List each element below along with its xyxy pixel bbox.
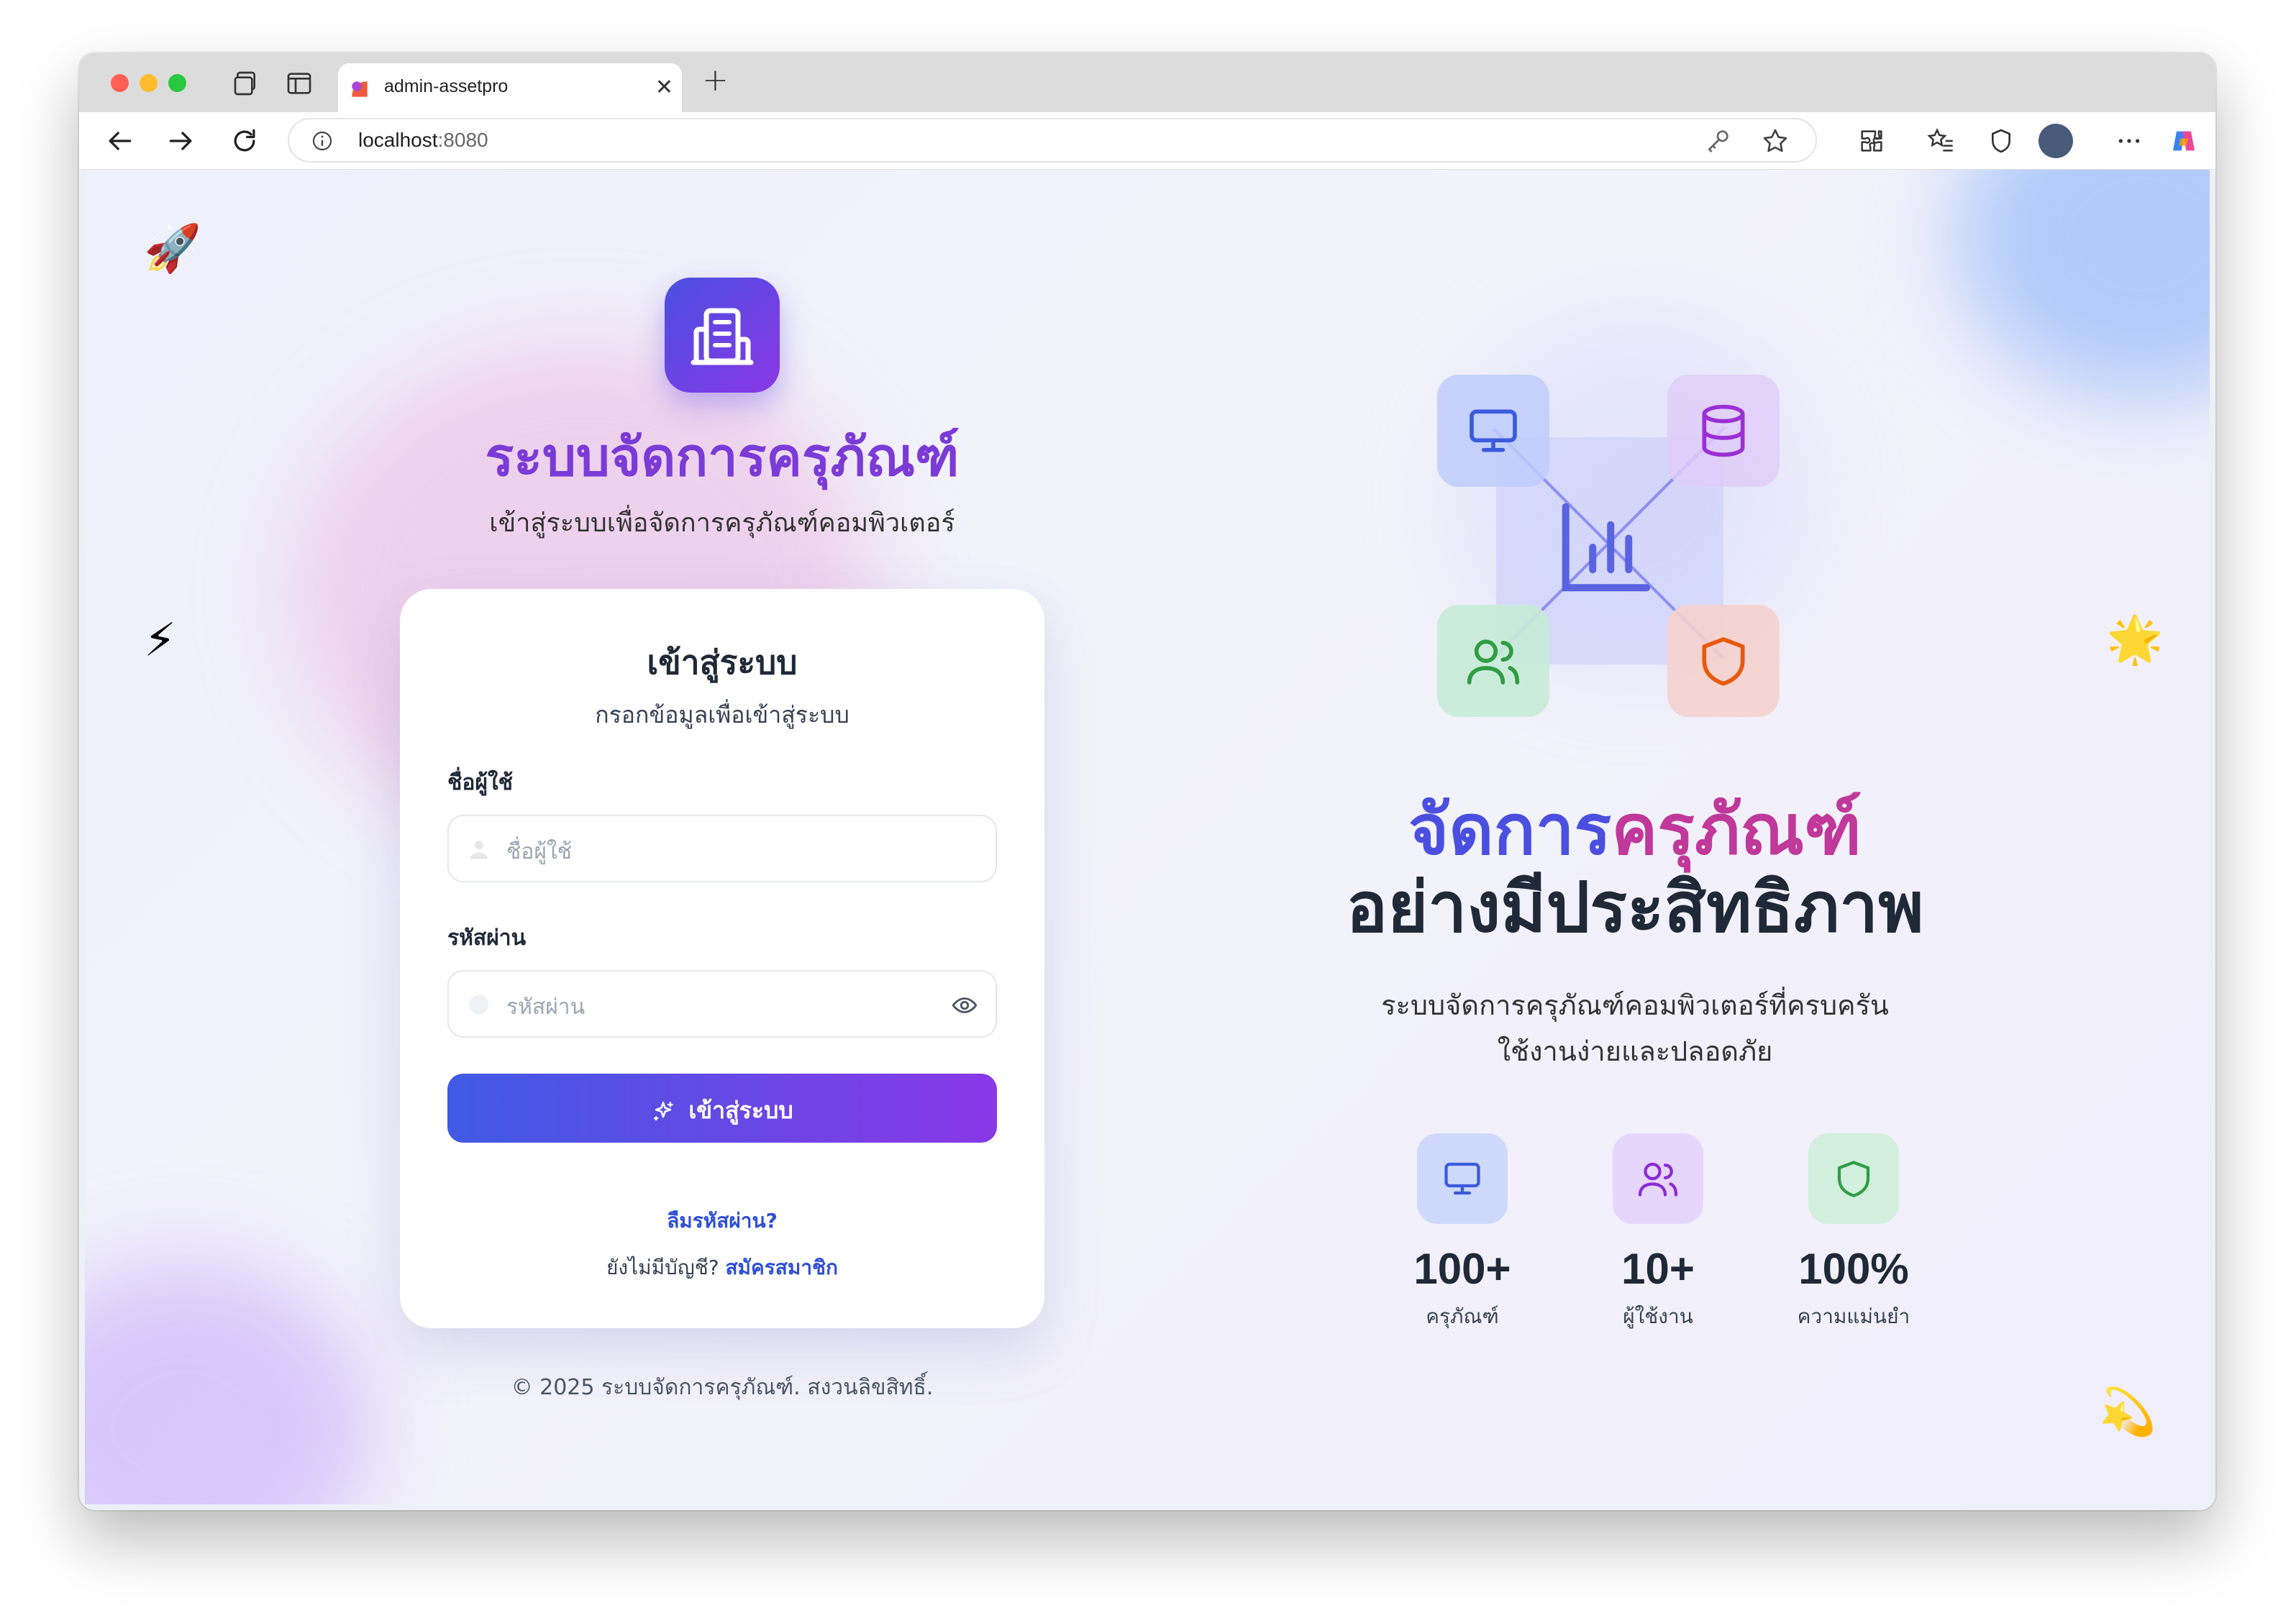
login-submit-content: เข้าสู่ระบบ [447, 1092, 997, 1129]
users-icon [1638, 1162, 1678, 1197]
url-host: localhost [358, 129, 438, 151]
profile-avatar[interactable] [2038, 124, 2073, 158]
site-info-icon[interactable] [311, 129, 334, 152]
extensions-icon[interactable] [1857, 127, 1886, 155]
reload-icon[interactable] [229, 125, 260, 157]
shield-tile [1667, 605, 1780, 717]
minimize-window-button[interactable] [140, 74, 158, 92]
favicon-icon [352, 81, 368, 97]
app-logo [665, 278, 780, 393]
star-bookmark-icon[interactable] [1761, 127, 1790, 155]
hero-headline-part2: ครุภัณฑ์ [1611, 790, 1862, 870]
new-tab-button[interactable]: + [702, 62, 729, 99]
rocket-emoji: 🚀 [144, 222, 201, 275]
back-arrow-icon[interactable] [104, 125, 135, 157]
stat-accuracy-icon-box [1808, 1133, 1899, 1224]
sparkles-icon [654, 1101, 674, 1121]
copilot-icon[interactable] [2169, 127, 2198, 155]
password-placeholder: รหัสผ่าน [506, 995, 586, 1020]
stat-accuracy: 100% ความแม่นยำ [1757, 1133, 1951, 1333]
hero-description: ระบบจัดการครุภัณฑ์คอมพิวเตอร์ที่ครบครัน … [1272, 982, 1998, 1074]
hero-description-line1: ระบบจัดการครุภัณฑ์คอมพิวเตอร์ที่ครบครัน [1381, 989, 1889, 1021]
stat-users-icon-box [1613, 1133, 1703, 1224]
shield-icon [1702, 637, 1745, 686]
star-emoji: 🌟 [2106, 613, 2164, 667]
database-tile [1667, 375, 1780, 487]
address-toolbar: localhost:8080 [79, 112, 2215, 170]
login-submit-label: เข้าสู่ระบบ [688, 1097, 793, 1124]
sidebar-toggle-icon[interactable] [285, 69, 314, 98]
login-title: เข้าสู่ระบบ [647, 643, 798, 682]
username-field[interactable]: ชื่อผู้ใช้ [447, 815, 997, 882]
login-subtitle: กรอกข้อมูลเพื่อเข้าสู่ระบบ [595, 701, 849, 728]
stat-users-value: 10+ [1621, 1245, 1695, 1293]
forgot-password-link[interactable]: ลืมรหัสผ่าน? [400, 1205, 1044, 1237]
database-icon [1702, 404, 1745, 457]
password-field[interactable]: รหัสผ่าน [447, 970, 997, 1038]
stat-assets-label: ครุภัณฑ์ [1426, 1304, 1499, 1328]
tab-active[interactable]: admin-assetpro ✕ [338, 63, 682, 112]
lock-icon [469, 995, 489, 1015]
monitor-icon [1470, 409, 1517, 452]
stat-assets: 100+ ครุภัณฑ์ [1365, 1133, 1559, 1333]
comet-emoji: 💫 [2099, 1386, 2156, 1439]
user-icon [470, 841, 488, 859]
background-blob [1955, 170, 2210, 400]
copyright-text: © 2025 ระบบจัดการครุภัณฑ์. สงวนลิขสิทธิ์… [511, 1375, 934, 1400]
address-bar[interactable]: localhost:8080 [288, 118, 1817, 163]
maximize-window-button[interactable] [168, 74, 186, 92]
tab-groups-icon[interactable] [232, 69, 260, 98]
monitor-tile [1437, 375, 1549, 487]
browser-window: admin-assetpro ✕ + localhost:8080 🚀 ⚡ 🌟 … [79, 53, 2215, 1510]
shield-icon [1837, 1161, 1870, 1197]
url-text: localhost:8080 [358, 129, 488, 152]
app-title: ระบบจัดการครุภัณฑ์ [485, 426, 960, 488]
hero-description-line2: ใช้งานง่ายและปลอดภัย [1497, 1036, 1773, 1067]
stat-assets-value: 100+ [1413, 1245, 1511, 1293]
register-link[interactable]: สมัครสมาชิก [725, 1256, 838, 1279]
bar-chart-icon [1562, 503, 1651, 592]
hero-headline: จัดการครุภัณฑ์ [1272, 795, 1998, 864]
app-subtitle: เข้าสู่ระบบเพื่อจัดการครุภัณฑ์คอมพิวเตอร… [489, 508, 955, 538]
show-password-eye-icon[interactable] [951, 992, 978, 1019]
stat-users: 10+ ผู้ใช้งาน [1561, 1133, 1755, 1333]
building-icon [691, 308, 754, 365]
register-row: ยังไม่มีบัญชี? สมัครสมาชิก [400, 1252, 1044, 1284]
favorites-icon[interactable] [1926, 127, 1955, 155]
browser-shield-icon[interactable] [1987, 127, 2015, 155]
stat-accuracy-value: 100% [1798, 1245, 1909, 1293]
page-content: 🚀 ⚡ 🌟 💫 ระบบจัดการครุภัณฑ์ เข้าสู่ระบบเพ… [85, 170, 2210, 1504]
login-card: เข้าสู่ระบบ กรอกข้อมูลเพื่อเข้าสู่ระบบ ช… [400, 589, 1044, 1328]
users-tile [1437, 605, 1549, 717]
tab-bar: admin-assetpro ✕ + [79, 53, 2215, 112]
login-submit-button[interactable]: เข้าสู่ระบบ [447, 1074, 997, 1143]
tab-title: admin-assetpro [384, 76, 509, 96]
lightning-emoji: ⚡ [144, 614, 176, 667]
username-placeholder: ชื่อผู้ใช้ [506, 839, 572, 864]
close-tab-icon[interactable]: ✕ [655, 75, 673, 100]
stat-assets-icon-box [1417, 1133, 1508, 1224]
no-account-text: ยังไม่มีบัญชี? [606, 1256, 719, 1279]
close-window-button[interactable] [111, 74, 129, 92]
key-icon[interactable] [1703, 127, 1732, 155]
hero-headline-part1: จัดการ [1408, 790, 1612, 870]
more-menu-icon[interactable] [2115, 127, 2144, 155]
username-label: ชื่อผู้ใช้ [447, 770, 513, 795]
users-icon [1467, 639, 1520, 685]
password-label: รหัสผ่าน [447, 925, 527, 951]
stat-accuracy-label: ความแม่นยำ [1797, 1304, 1910, 1328]
url-port: :8080 [437, 129, 488, 151]
forward-arrow-icon[interactable] [165, 125, 197, 157]
monitor-icon [1444, 1162, 1480, 1195]
stat-users-label: ผู้ใช้งาน [1623, 1304, 1693, 1328]
hero-headline-line2: อย่างมีประสิทธิภาพ [1346, 867, 1924, 948]
